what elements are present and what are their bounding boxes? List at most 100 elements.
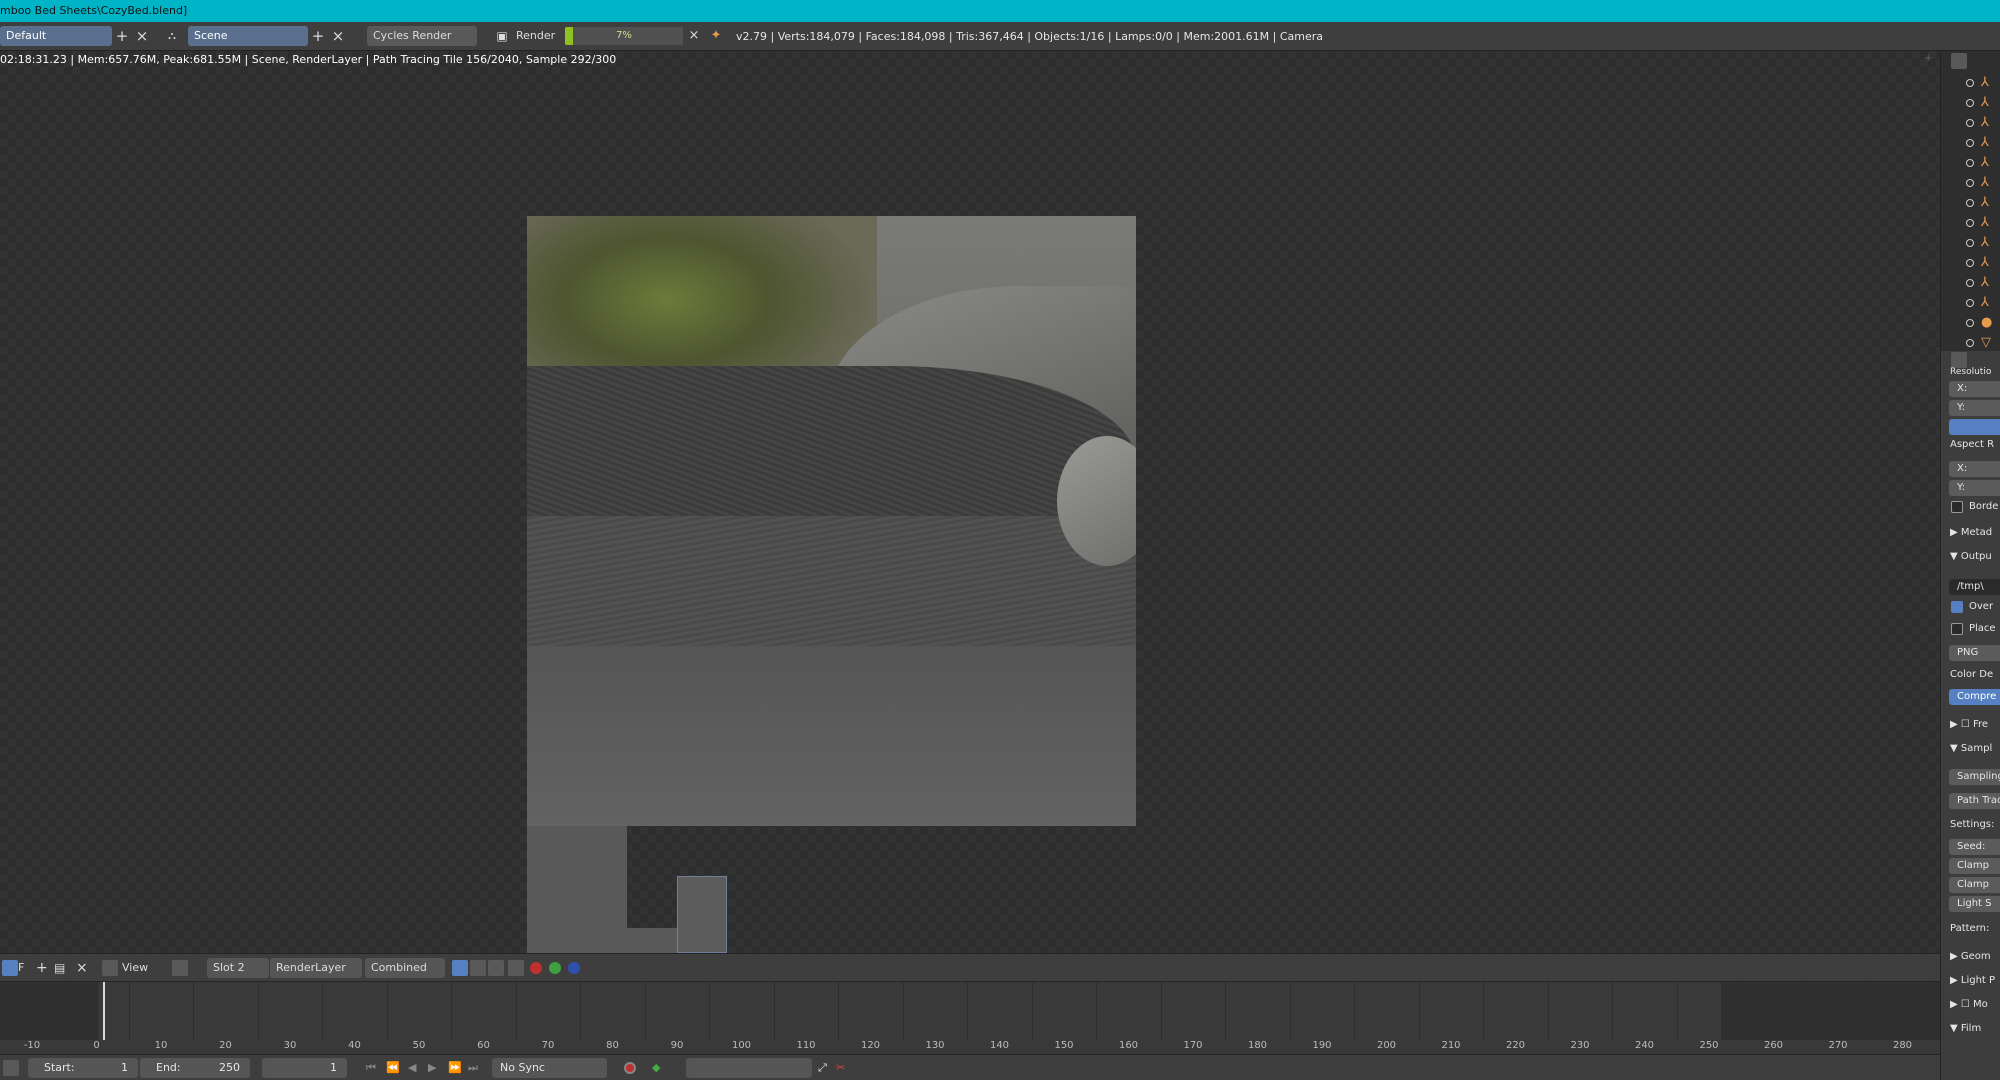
overwrite-checkbox[interactable]: [1951, 601, 1963, 613]
visibility-eye-icon[interactable]: [1966, 79, 1974, 87]
delete-keyframe-icon[interactable]: ✂: [836, 1058, 845, 1078]
jump-start-icon[interactable]: ⏮: [366, 1058, 376, 1078]
compression-slider[interactable]: Compre: [1949, 689, 2000, 705]
visibility-eye-icon[interactable]: [1966, 279, 1974, 287]
outliner-item[interactable]: ⅄: [1941, 233, 2000, 253]
keying-set-field[interactable]: [686, 1058, 812, 1078]
outliner[interactable]: ⅄ ⅄ ⅄ ⅄ ⅄ ⅄ ⅄ ⅄ ⅄ ⅄ ⅄ ⅄ ● ▽: [1941, 51, 2000, 351]
resolution-y-field[interactable]: Y:: [1949, 400, 2000, 416]
end-frame-field[interactable]: End: 250: [140, 1058, 250, 1078]
outliner-item[interactable]: ●: [1941, 313, 2000, 333]
jump-keyframe-forward-icon[interactable]: ⏩: [448, 1058, 462, 1078]
render-engine-selector[interactable]: Cycles Render: [367, 26, 477, 46]
visibility-eye-icon[interactable]: [1966, 239, 1974, 247]
outliner-item[interactable]: ⅄: [1941, 193, 2000, 213]
aspect-x-field[interactable]: X:: [1949, 461, 2000, 477]
current-frame-field[interactable]: 1: [262, 1058, 347, 1078]
keying-set-icon[interactable]: ◆: [652, 1058, 660, 1078]
scene-selector[interactable]: Scene: [188, 26, 308, 46]
image-mode-icon[interactable]: [172, 960, 188, 976]
editor-type-icon[interactable]: [2, 960, 18, 976]
output-panel-header[interactable]: ▼ Outpu: [1950, 551, 1992, 562]
jump-keyframe-back-icon[interactable]: ⏪: [386, 1058, 400, 1078]
blue-channel-icon[interactable]: [568, 962, 580, 974]
output-path-field[interactable]: /tmp\: [1949, 579, 2000, 595]
visibility-eye-icon[interactable]: [1966, 139, 1974, 147]
outliner-item[interactable]: ⅄: [1941, 133, 2000, 153]
add-scene-button[interactable]: +: [308, 26, 328, 46]
outliner-item[interactable]: ⅄: [1941, 93, 2000, 113]
timeline-editor[interactable]: -10 0 10 20 30 40 50 60 70 80 90 100 110 120 130 140 150…: [0, 981, 1940, 1054]
display-mode-channel-icon[interactable]: [508, 960, 524, 976]
timeline-current-frame-cursor[interactable]: [102, 982, 105, 1040]
clamp-indirect-field[interactable]: Clamp: [1949, 877, 2000, 893]
lock-icon[interactable]: [3, 1060, 19, 1076]
render-pass-selector[interactable]: Combined: [365, 958, 445, 978]
sampling-panel-header[interactable]: ▼ Sampl: [1950, 743, 1992, 754]
open-image-icon[interactable]: ▤: [54, 958, 65, 978]
resolution-x-field[interactable]: X:: [1949, 381, 2000, 397]
outliner-item[interactable]: ⅄: [1941, 173, 2000, 193]
outliner-item[interactable]: ⅄: [1941, 153, 2000, 173]
fake-user-button[interactable]: F: [18, 958, 24, 978]
screen-layout-selector[interactable]: Default: [0, 26, 112, 46]
outliner-item[interactable]: ⅄: [1941, 73, 2000, 93]
render-menu[interactable]: Render: [516, 26, 555, 46]
visibility-eye-icon[interactable]: [1966, 119, 1974, 127]
visibility-eye-icon[interactable]: [1966, 219, 1974, 227]
geometry-panel-header[interactable]: ▶ Geom: [1950, 951, 1991, 962]
record-icon[interactable]: [624, 1062, 636, 1074]
file-format-selector[interactable]: PNG: [1949, 645, 2000, 661]
area-split-corner-icon[interactable]: +: [1924, 53, 1934, 64]
visibility-eye-icon[interactable]: [1966, 199, 1974, 207]
playback-sync-selector[interactable]: No Sync: [492, 1058, 607, 1078]
remove-layout-button[interactable]: ×: [132, 26, 152, 46]
metadata-panel-header[interactable]: ▶ Metad: [1950, 527, 1992, 538]
start-frame-field[interactable]: Start: 1: [28, 1058, 138, 1078]
insert-keyframe-icon[interactable]: ⤢: [818, 1058, 827, 1078]
red-channel-icon[interactable]: [530, 962, 542, 974]
visibility-eye-icon[interactable]: [1966, 99, 1974, 107]
resolution-percentage-field[interactable]: [1949, 419, 2000, 435]
properties-editor[interactable]: Resolutio X: Y: Aspect R X: Y: Borde ▶ M…: [1941, 351, 2000, 1080]
play-reverse-icon[interactable]: ◀: [408, 1058, 416, 1078]
image-editor-menu-icon[interactable]: [102, 960, 118, 976]
add-layout-button[interactable]: +: [112, 26, 132, 46]
display-mode-alpha-icon[interactable]: [470, 960, 486, 976]
visibility-eye-icon[interactable]: [1966, 259, 1974, 267]
jump-end-icon[interactable]: ⏭: [468, 1058, 478, 1078]
outliner-item[interactable]: ▽: [1941, 333, 2000, 353]
display-mode-rgb-alpha-icon[interactable]: [452, 960, 468, 976]
visibility-eye-icon[interactable]: [1966, 179, 1974, 187]
outliner-item[interactable]: ⅄: [1941, 113, 2000, 133]
outliner-item[interactable]: ⅄: [1941, 293, 2000, 313]
image-editor-viewport[interactable]: 02:18:31.23 | Mem:657.76M, Peak:681.55M …: [0, 51, 1940, 953]
visibility-eye-icon[interactable]: [1966, 299, 1974, 307]
slot-selector[interactable]: Slot 2: [207, 958, 269, 978]
visibility-eye-icon[interactable]: [1966, 319, 1974, 327]
border-checkbox[interactable]: [1951, 501, 1963, 513]
cancel-render-button[interactable]: ×: [684, 26, 704, 46]
outliner-editor-type-icon[interactable]: [1951, 53, 1967, 69]
remove-scene-button[interactable]: ×: [328, 26, 348, 46]
light-sampling-threshold-field[interactable]: Light S: [1949, 896, 2000, 912]
light-paths-panel-header[interactable]: ▶ Light P: [1950, 975, 1995, 986]
outliner-item[interactable]: ⅄: [1941, 273, 2000, 293]
visibility-eye-icon[interactable]: [1966, 339, 1974, 347]
properties-editor-type-icon[interactable]: [1951, 352, 1967, 368]
film-panel-header[interactable]: ▼ Film: [1950, 1023, 1981, 1034]
green-channel-icon[interactable]: [549, 962, 561, 974]
sampling-presets-selector[interactable]: Sampling: [1949, 769, 2000, 785]
integrator-selector[interactable]: Path Trac: [1949, 793, 2000, 809]
visibility-eye-icon[interactable]: [1966, 159, 1974, 167]
render-layer-selector[interactable]: RenderLayer: [270, 958, 362, 978]
seed-field[interactable]: Seed:: [1949, 839, 2000, 855]
view-menu[interactable]: View: [122, 958, 148, 978]
clamp-direct-field[interactable]: Clamp: [1949, 858, 2000, 874]
aspect-y-field[interactable]: Y:: [1949, 480, 2000, 496]
outliner-item[interactable]: ⅄: [1941, 253, 2000, 273]
play-icon[interactable]: ▶: [428, 1058, 436, 1078]
unlink-image-icon[interactable]: ×: [76, 958, 88, 978]
display-mode-zbuffer-icon[interactable]: [488, 960, 504, 976]
new-image-icon[interactable]: +: [36, 958, 48, 978]
